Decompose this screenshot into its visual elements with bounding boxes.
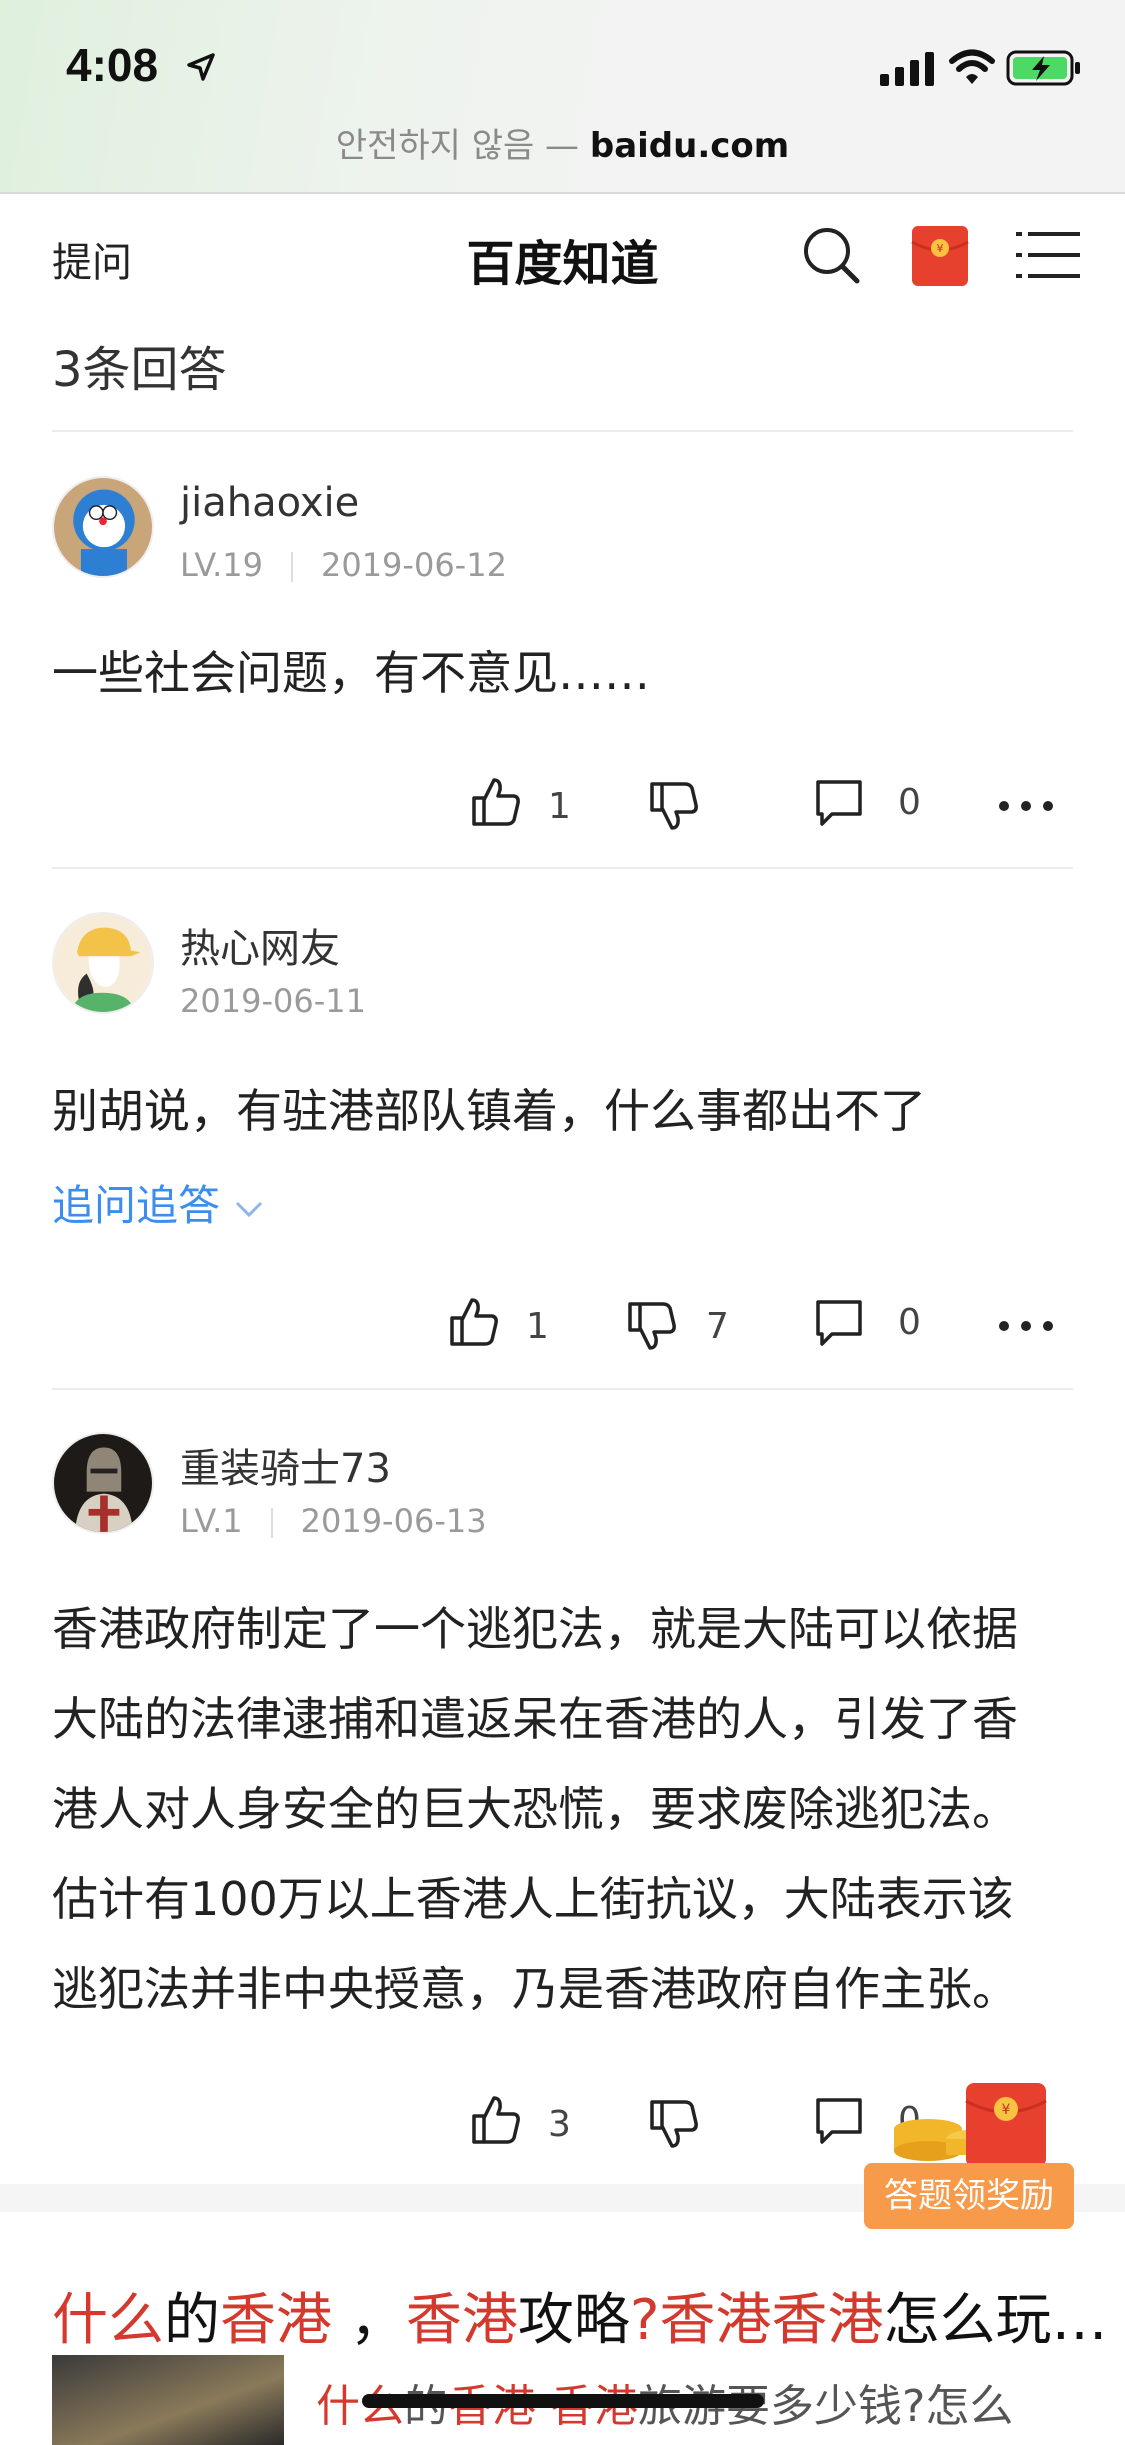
followup-toggle[interactable]: 追问追答 <box>52 1172 265 1233</box>
related-title-segment: 香港 <box>220 2288 332 2353</box>
chevron-down-icon <box>236 1201 263 1217</box>
url-host: baidu.com <box>589 126 790 166</box>
answer-date: 2019-06-11 <box>180 982 366 1020</box>
user-level: LV.19 <box>180 546 263 584</box>
avatar[interactable] <box>52 476 154 578</box>
avatar[interactable] <box>52 1432 154 1534</box>
thumbs-down-icon <box>650 782 698 830</box>
divider <box>52 1388 1073 1390</box>
answer-text-line: 大陆的法律逮捕和遣返呆在香港的人，引发了香 <box>52 1692 1018 1746</box>
answer-text-line: 估计有100万以上香港人上街抗议，大陆表示该 <box>52 1872 1014 1926</box>
like-count: 1 <box>526 1306 549 1347</box>
dislike-button[interactable] <box>648 2098 708 2158</box>
url-security-note: 안전하지 않음 — <box>335 126 590 166</box>
comment-count: 0 <box>898 1302 921 1343</box>
dislike-button[interactable]: 7 <box>626 1300 746 1360</box>
related-title-segment: ?香港香港 <box>629 2288 884 2353</box>
divider <box>52 430 1073 432</box>
status-time: 4:08 <box>66 39 159 91</box>
thumbs-down-icon <box>650 2100 698 2148</box>
username[interactable]: 热心网友 <box>180 916 340 974</box>
comment-icon <box>816 780 862 826</box>
answer-text: 一些社会问题，有不意见…… <box>52 646 650 700</box>
battery-charging-icon <box>1006 50 1080 86</box>
thumbs-up-icon <box>472 2096 520 2144</box>
comment-count: 0 <box>898 782 921 823</box>
browser-top-bar: 4:08 안전하지 않음 — baidu.com <box>0 0 1125 194</box>
more-options-icon[interactable] <box>996 1316 1056 1336</box>
home-indicator[interactable] <box>362 2394 764 2408</box>
thumbs-up-icon <box>450 1298 498 1346</box>
answer-meta: LV.19 2019-06-12 <box>180 546 507 584</box>
divider <box>52 867 1073 869</box>
red-envelope-icon[interactable]: ¥ <box>910 224 970 288</box>
svg-text:¥: ¥ <box>1002 2102 1011 2118</box>
avatar[interactable] <box>52 912 154 1014</box>
followup-label: 追问追答 <box>52 1181 221 1230</box>
menu-icon[interactable] <box>1016 228 1080 282</box>
related-title-segment: 香港 <box>405 2288 518 2353</box>
related-title-segment: 攻略 <box>517 2288 630 2353</box>
related-article-thumbnail[interactable] <box>52 2355 284 2445</box>
dislike-button[interactable] <box>648 780 708 840</box>
comment-button[interactable]: 0 <box>814 778 924 838</box>
related-title-segment: ， <box>332 2288 406 2353</box>
related-article-title[interactable]: 什么的香港 ，香港攻略?香港香港怎么玩… <box>52 2275 1108 2356</box>
user-level: LV.1 <box>180 1502 243 1540</box>
comment-icon <box>816 1300 862 1346</box>
related-title-segment: 的 <box>164 2288 220 2353</box>
answer-text: 香港政府制定了一个逃犯法，就是大陆可以依据 大陆的法律逮捕和遣返呆在香港的人，引… <box>52 1584 1082 2034</box>
like-button[interactable]: 3 <box>470 2094 580 2154</box>
more-options-icon[interactable] <box>996 796 1056 816</box>
username[interactable]: 重装骑士73 <box>180 1436 391 1494</box>
answer-reward-button[interactable]: 答题领奖励 <box>864 2163 1074 2229</box>
answer-text-line: 香港政府制定了一个逃犯法，就是大陆可以依据 <box>52 1602 1018 1656</box>
cellular-signal-icon <box>880 52 934 86</box>
search-icon[interactable] <box>800 224 862 286</box>
answer-text-line: 港人对人身安全的巨大恐慌，要求废除逃犯法。 <box>52 1782 1018 1836</box>
answers-count: 3条回答 <box>52 342 227 398</box>
answer-date: 2019-06-12 <box>320 546 507 584</box>
answer-text: 别胡说，有驻港部队镇着，什么事都出不了 <box>52 1084 926 1138</box>
related-title-segment: 怎么玩… <box>883 2288 1108 2353</box>
address-bar[interactable]: 안전하지 않음 — baidu.com <box>0 118 1125 167</box>
answer-text-line: 逃犯法并非中央授意，乃是香港政府自作主张。 <box>52 1962 1018 2016</box>
svg-text:¥: ¥ <box>937 242 944 255</box>
thumbs-up-icon <box>472 778 520 826</box>
like-count: 3 <box>548 2104 571 2145</box>
dislike-count: 7 <box>706 1306 729 1347</box>
like-count: 1 <box>548 786 571 827</box>
related-title-segment: 什么 <box>52 2288 164 2353</box>
username[interactable]: jiahaoxie <box>180 480 359 526</box>
comment-button[interactable]: 0 <box>814 1298 924 1358</box>
comment-icon <box>816 2098 862 2144</box>
wifi-icon <box>949 49 995 84</box>
answer-date: 2019-06-13 <box>300 1502 487 1540</box>
site-header: 提问 百度知道 ¥ <box>0 194 1125 314</box>
location-arrow-icon <box>187 53 215 81</box>
like-button[interactable]: 1 <box>470 776 580 836</box>
thumbs-down-icon <box>628 1302 676 1350</box>
like-button[interactable]: 1 <box>448 1296 568 1356</box>
answer-meta: LV.1 2019-06-13 <box>180 1502 487 1540</box>
